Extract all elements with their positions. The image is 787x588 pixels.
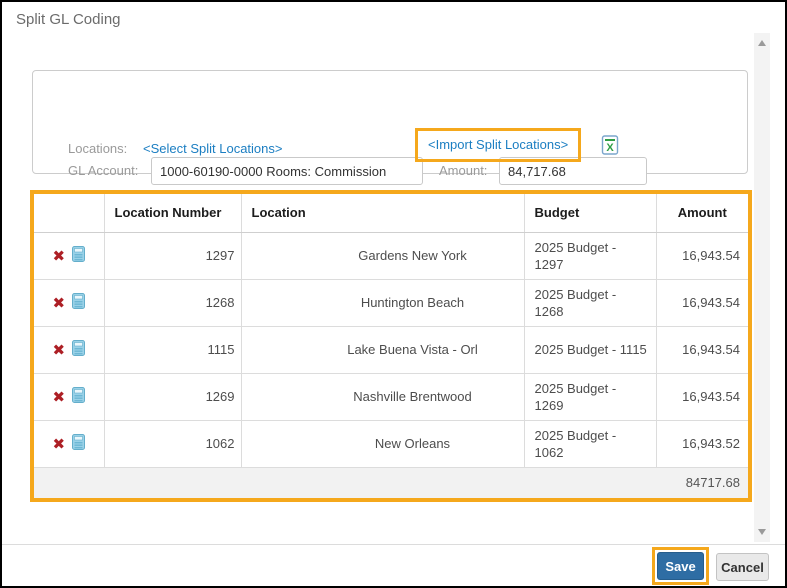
split-locations-table: Location Number Location Budget Amount ✖… [34, 194, 748, 498]
cell-location-number: 1297 [104, 232, 241, 279]
header-actions [34, 194, 104, 232]
cell-amount: 16,943.54 [656, 232, 748, 279]
header-amount: Amount [656, 194, 748, 232]
scroll-up-icon[interactable] [758, 40, 766, 46]
delete-row-icon[interactable]: ✖ [52, 247, 65, 265]
cell-location-number: 1062 [104, 420, 241, 467]
amount-label: Amount: [439, 163, 487, 179]
delete-row-icon[interactable]: ✖ [52, 388, 65, 406]
page-title: Split GL Coding [16, 11, 121, 28]
save-highlight-box: Save [652, 547, 709, 585]
table-total-row: 84717.68 [34, 467, 748, 498]
header-budget: Budget [524, 194, 656, 232]
cell-location: Nashville Brentwood [241, 373, 524, 420]
save-button[interactable]: Save [657, 552, 704, 580]
gl-account-input[interactable] [151, 157, 423, 185]
cell-amount: 16,943.52 [656, 420, 748, 467]
select-split-locations-link[interactable]: <Select Split Locations> [143, 141, 282, 157]
calculator-icon[interactable] [72, 387, 85, 406]
excel-import-icon[interactable]: X [601, 135, 620, 155]
calculator-icon[interactable] [72, 246, 85, 265]
scroll-down-icon[interactable] [758, 529, 766, 535]
cancel-button[interactable]: Cancel [716, 553, 769, 581]
cell-budget: 2025 Budget - 1268 [524, 279, 656, 326]
total-amount: 84717.68 [34, 467, 748, 498]
delete-row-icon[interactable]: ✖ [52, 435, 65, 453]
cell-amount: 16,943.54 [656, 326, 748, 373]
locations-label: Locations: [68, 141, 127, 157]
cell-location-number: 1268 [104, 279, 241, 326]
table-row: ✖ 1297 Gardens New York 2025 Budget - 12… [34, 232, 748, 279]
table-row: ✖ 1062 New Orleans 2025 Budget - 1062 16… [34, 420, 748, 467]
cell-location: Lake Buena Vista - Orl [241, 326, 524, 373]
cell-budget: 2025 Budget - 1062 [524, 420, 656, 467]
import-split-locations-link[interactable]: <Import Split Locations> [428, 137, 568, 153]
gl-account-label: GL Account: [68, 163, 138, 179]
cell-location-number: 1269 [104, 373, 241, 420]
cell-location: Huntington Beach [241, 279, 524, 326]
table-header-row: Location Number Location Budget Amount [34, 194, 748, 232]
table-row: ✖ 1269 Nashville Brentwood 2025 Budget -… [34, 373, 748, 420]
header-location-number: Location Number [104, 194, 241, 232]
cell-location-number: 1115 [104, 326, 241, 373]
gl-form-panel: GL Account: Amount: Locations: <Select S… [32, 70, 748, 174]
import-split-highlight-box: <Import Split Locations> [415, 128, 581, 162]
split-gl-coding-dialog: Split GL Coding GL Account: Amount: Loca… [0, 0, 787, 588]
calculator-icon[interactable] [72, 340, 85, 359]
table-row: ✖ 1268 Huntington Beach 2025 Budget - 12… [34, 279, 748, 326]
svg-text:X: X [606, 142, 614, 154]
cell-location: New Orleans [241, 420, 524, 467]
cell-amount: 16,943.54 [656, 279, 748, 326]
delete-row-icon[interactable]: ✖ [52, 294, 65, 312]
split-table-highlight-box: Location Number Location Budget Amount ✖… [30, 190, 752, 502]
cell-budget: 2025 Budget - 1115 [524, 326, 656, 373]
cell-budget: 2025 Budget - 1297 [524, 232, 656, 279]
calculator-icon[interactable] [72, 293, 85, 312]
delete-row-icon[interactable]: ✖ [52, 341, 65, 359]
footer-divider [2, 544, 785, 545]
header-location: Location [241, 194, 524, 232]
cell-budget: 2025 Budget - 1269 [524, 373, 656, 420]
cell-amount: 16,943.54 [656, 373, 748, 420]
table-row: ✖ 1115 Lake Buena Vista - Orl 2025 Budge… [34, 326, 748, 373]
cell-location: Gardens New York [241, 232, 524, 279]
vertical-scrollbar[interactable] [754, 33, 770, 542]
calculator-icon[interactable] [72, 434, 85, 453]
